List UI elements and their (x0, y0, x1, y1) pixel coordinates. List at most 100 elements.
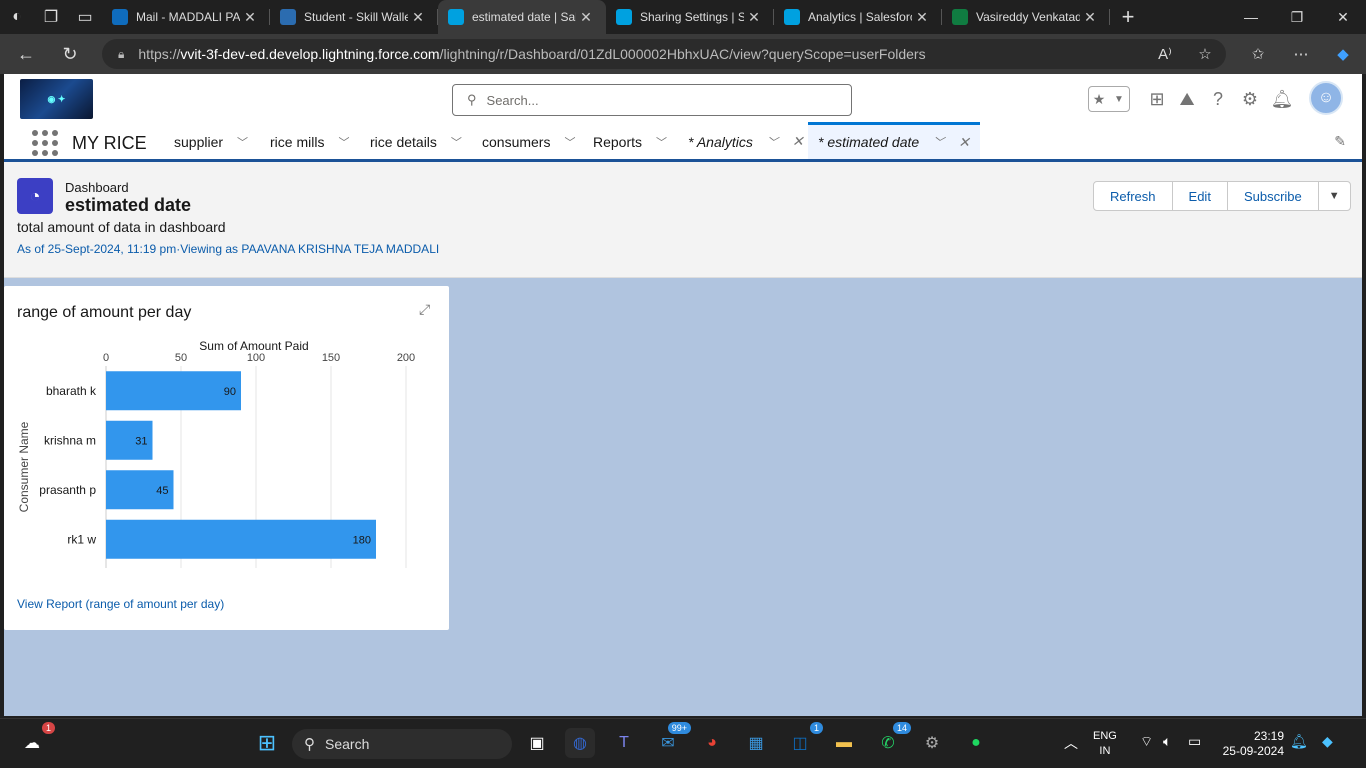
copilot-icon[interactable]: ◆ (1328, 39, 1358, 69)
dashboard-type-label: Dashboard (65, 180, 129, 195)
tab-list: Mail - MADDALI PAA ✕ Student - Skill Walle… (102, 0, 1110, 34)
global-actions-icon[interactable]: ⊞ (1144, 86, 1170, 112)
language-indicator[interactable]: ENG IN (1093, 729, 1117, 759)
task-view-icon[interactable]: ▣ (522, 728, 552, 758)
chevron-down-icon[interactable]: ﹀ (237, 134, 248, 150)
back-icon[interactable]: ← (8, 36, 44, 72)
clock[interactable]: 23:19 25-09-2024 (1218, 729, 1284, 759)
restore-icon[interactable]: ❐ (1274, 0, 1320, 34)
app-nav-bar: MY RICE supplier ﹀ rice mills ﹀ rice detai… (4, 122, 1362, 162)
nav-item-label: rice mills (270, 133, 325, 150)
favorites-icon[interactable]: ✩ (1243, 39, 1273, 69)
close-tab-icon[interactable]: ✕ (744, 9, 764, 26)
edit-button[interactable]: Edit (1171, 181, 1228, 211)
weather-icon[interactable]: ☁ 1 (17, 722, 55, 758)
chrome-icon[interactable]: ◕ (697, 728, 727, 758)
url-path: /lightning/r/Dashboard/01ZdL000002HbhxUA… (439, 46, 926, 62)
favorites-dropdown-icon[interactable]: ▼ (1109, 87, 1129, 111)
close-tab-icon[interactable]: ✕ (576, 9, 596, 26)
salesforce-app: ◉ ✦ ⚲ Search... ★ ▼ ⊞ ⛰ ? ⚙ 🔔︎ ☺ MY RICE… (4, 74, 1362, 716)
nav-item-rice-mills[interactable]: rice mills ﹀ (270, 124, 349, 159)
chevron-down-icon[interactable]: ﹀ (338, 134, 349, 150)
teams-icon[interactable]: T (609, 728, 639, 758)
edge-icon[interactable]: ◍ (565, 728, 595, 758)
search-placeholder: Search... (486, 92, 539, 108)
show-hidden-icons-chevron-icon[interactable]: ︿ (1064, 733, 1078, 753)
dashboard-refresh-meta[interactable]: As of 25-Sept-2024, 11:19 pm·Viewing as … (17, 242, 439, 256)
bar-chart[interactable]: Sum of Amount Paid 0 50 100 150 200 90 bharath … (4, 326, 449, 594)
close-window-icon[interactable]: ✕ (1320, 0, 1366, 34)
close-tab-icon[interactable]: ✕ (912, 9, 932, 26)
chevron-down-icon[interactable]: ﹀ (933, 134, 944, 150)
refresh-button[interactable]: Refresh (1093, 181, 1173, 211)
close-tab-icon[interactable]: ✕ (792, 133, 804, 150)
browser-tab[interactable]: Vasireddy Venkatadr ✕ (942, 0, 1110, 34)
nav-item-label: consumers (482, 133, 551, 150)
bar-data-label: 180 (353, 534, 371, 546)
spotify-icon[interactable]: ● (961, 728, 991, 758)
close-tab-icon[interactable]: ✕ (240, 9, 260, 26)
tab-actions-icon[interactable]: ▭ (68, 0, 102, 34)
favorites-button-group[interactable]: ★ ▼ (1088, 86, 1130, 112)
org-logo[interactable]: ◉ ✦ (20, 79, 93, 119)
file-explorer-icon[interactable]: ▬ (829, 728, 859, 758)
nav-item-reports[interactable]: Reports ﹀ (593, 124, 667, 159)
battery-icon[interactable]: ▭ (1188, 733, 1201, 750)
global-search-input[interactable]: ⚲ Search... (452, 84, 852, 116)
close-tab-icon[interactable]: ✕ (1080, 9, 1100, 26)
more-actions-dropdown-icon[interactable]: ▼ (1317, 181, 1351, 211)
close-tab-icon[interactable]: ✕ (958, 134, 970, 151)
nav-item-supplier[interactable]: supplier ﹀ (174, 124, 248, 159)
outlook-icon[interactable]: ◫ 1 (785, 722, 823, 758)
chevron-down-icon[interactable]: ﹀ (767, 134, 778, 150)
chevron-down-icon[interactable]: ﹀ (656, 134, 667, 150)
browser-tab[interactable]: Student - Skill Wallet ✕ (270, 0, 438, 34)
workspaces-icon[interactable]: ❐ (34, 0, 68, 34)
edit-nav-pencil-icon[interactable]: ✎ (1334, 133, 1346, 150)
volume-icon[interactable]: 🔈︎ (1163, 733, 1171, 750)
new-tab-button[interactable]: + (1110, 0, 1146, 34)
trailhead-icon[interactable]: ⛰ (1174, 86, 1200, 112)
help-icon[interactable]: ? (1205, 86, 1231, 112)
browser-tab[interactable]: Analytics | Salesforce ✕ (774, 0, 942, 34)
url-field[interactable]: 🔒︎ https://vvit-3f-dev-ed.develop.lightn… (102, 39, 1226, 69)
dashboard-button-group: Refresh Edit Subscribe ▼ (1093, 181, 1351, 211)
nav-tab-analytics[interactable]: * Analytics ﹀ ✕ (688, 124, 804, 159)
nav-item-rice-details[interactable]: rice details ﹀ (370, 124, 462, 159)
expand-icon[interactable]: ⤢ (419, 301, 430, 318)
nav-tab-estimated-date[interactable]: * estimated date ﹀ ✕ (808, 122, 980, 159)
view-report-link[interactable]: View Report (range of amount per day) (17, 597, 224, 611)
profile-icon[interactable]: ◐ (0, 0, 34, 34)
favorites-star-icon[interactable]: ★ (1089, 87, 1109, 111)
more-icon[interactable]: ⋯ (1286, 39, 1316, 69)
tab-label: Mail - MADDALI PAA (136, 10, 240, 24)
x-tick-label: 0 (103, 352, 109, 364)
settings-gear-icon[interactable]: ⚙ (917, 728, 947, 758)
start-windows-icon[interactable]: ⊞ (252, 728, 282, 758)
nav-item-consumers[interactable]: consumers ﹀ (482, 124, 575, 159)
read-aloud-icon[interactable]: A⁾ (1150, 39, 1180, 69)
setup-gear-icon[interactable]: ⚙ (1237, 86, 1263, 112)
notifications-bell-icon[interactable]: 🔔︎ (1269, 86, 1295, 112)
taskbar: ☁ 1 ⊞ ⚲ Search ▣ ◍ T ✉ 99+ ◕ ▦ ◫ 1 ▬ ✆ 14 ⚙ … (0, 718, 1366, 768)
subscribe-button[interactable]: Subscribe (1226, 181, 1319, 211)
favorite-star-icon[interactable]: ☆ (1190, 39, 1220, 69)
browser-tab[interactable]: Sharing Settings | Sa ✕ (606, 0, 774, 34)
whatsapp-icon[interactable]: ✆ 14 (873, 722, 911, 758)
taskbar-search[interactable]: ⚲ Search (292, 729, 512, 759)
store-icon[interactable]: ▦ (741, 728, 771, 758)
browser-tab[interactable]: estimated date | Sale ✕ (438, 0, 606, 34)
minimize-icon[interactable]: — (1228, 0, 1274, 34)
browser-tab[interactable]: Mail - MADDALI PAA ✕ (102, 0, 270, 34)
mail-icon[interactable]: ✉ 99+ (653, 722, 691, 758)
wifi-icon[interactable]: ⌔ (1140, 733, 1153, 751)
chevron-down-icon[interactable]: ﹀ (451, 134, 462, 150)
chevron-down-icon[interactable]: ﹀ (564, 134, 575, 150)
tab-favicon-icon (112, 9, 128, 25)
copilot-taskbar-icon[interactable]: ◆ (1322, 733, 1333, 750)
avatar[interactable]: ☺ (1309, 81, 1343, 115)
notification-bell-icon[interactable]: 🔔︎ (1290, 733, 1308, 750)
reload-icon[interactable]: ↻ (52, 36, 88, 72)
app-launcher-icon[interactable] (32, 130, 58, 156)
close-tab-icon[interactable]: ✕ (408, 9, 428, 26)
